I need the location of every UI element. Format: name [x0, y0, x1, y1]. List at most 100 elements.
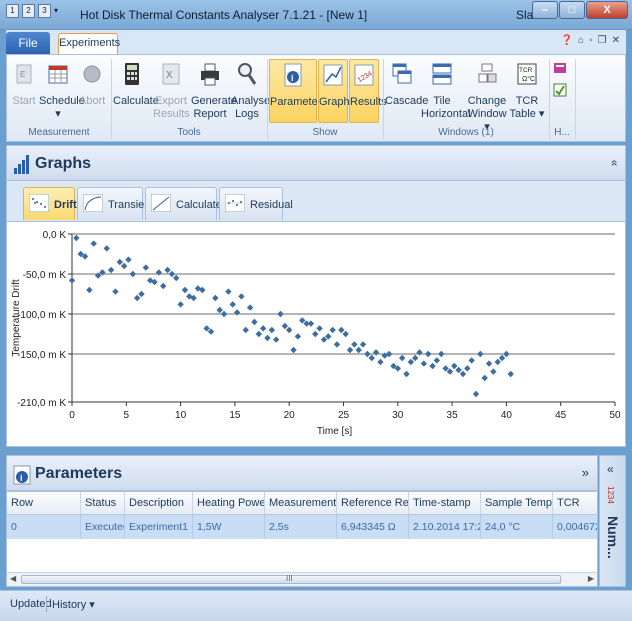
data-point [377, 358, 384, 366]
group-show-label: Show [312, 127, 338, 138]
maximize-button[interactable]: □ [559, 1, 585, 19]
abort-button[interactable]: Abort [79, 61, 105, 108]
tab-experiments[interactable]: Experiments [58, 33, 120, 54]
svg-text:Ω°C: Ω°C [522, 75, 535, 83]
data-point [103, 245, 110, 252]
column-header-description[interactable]: Description [125, 492, 193, 514]
qat-save-button[interactable]: 1 [6, 4, 19, 18]
data-point [290, 346, 297, 354]
column-header-measurement[interactable]: Measurement... [265, 492, 337, 514]
y-axis-label: Temperature Drift [11, 279, 22, 356]
data-point [125, 256, 132, 263]
svg-text:i: i [20, 473, 23, 483]
graphs-button[interactable]: Graphs [318, 59, 355, 123]
scrollbar-grip: III [286, 574, 293, 583]
history-dropdown[interactable]: History ▾ [52, 598, 95, 611]
status-bar: Updated History ▾ [0, 590, 632, 621]
tile-horizontal-label: Tile Horizontal [421, 95, 471, 120]
parameters-title: Parameters [35, 465, 123, 482]
transient-icon [83, 194, 103, 212]
qat-new-button[interactable]: 3 [38, 4, 51, 18]
info-icon: i [13, 465, 31, 485]
export-results-button[interactable]: X Export Results [153, 61, 190, 121]
analyse-logs-label: Analyse Logs [231, 95, 271, 120]
scroll-right-icon[interactable]: ▶ [588, 574, 594, 583]
change-window-label: Change Window [467, 95, 507, 120]
parameters-button[interactable]: i Parameters [269, 59, 327, 123]
data-point [233, 309, 241, 316]
column-header-sample-temperature[interactable]: Sample Tempe... [481, 492, 553, 514]
data-point [86, 286, 93, 294]
data-point [216, 306, 223, 314]
data-point [229, 301, 236, 308]
column-header-timestamp[interactable]: Time-stamp [409, 492, 481, 514]
data-point [116, 258, 123, 266]
tab-residual[interactable]: Residual [219, 187, 293, 220]
column-header-reference-resistance[interactable]: Reference Resi... [337, 492, 409, 514]
column-header-row[interactable]: Row [7, 492, 81, 514]
tab-drift-label: Drift [54, 199, 77, 211]
data-point [398, 354, 406, 362]
child-restore-icon[interactable]: ❐ [598, 35, 607, 46]
analyse-logs-button[interactable]: Analyse Logs [231, 61, 270, 121]
tile-horizontal-button[interactable]: Tile Horizontal [421, 61, 471, 121]
scroll-left-icon[interactable]: ◀ [10, 574, 16, 583]
generate-report-button[interactable]: Generate Report [191, 61, 237, 121]
tcr-table-dropdown-icon: ▾ [538, 108, 545, 120]
graphs-collapse-button[interactable]: » [607, 160, 621, 167]
data-point [429, 362, 436, 370]
column-header-heating-power[interactable]: Heating Power [193, 492, 265, 514]
graph-icon [323, 64, 343, 86]
scrollbar-thumb[interactable]: III [21, 574, 561, 584]
results-button[interactable]: 1234 Results [349, 59, 387, 123]
cell-status: Executed [81, 515, 125, 539]
calculate-button[interactable]: Calculate [113, 61, 159, 108]
y-tick-label: 0,0 K [43, 230, 67, 241]
data-point [312, 330, 319, 338]
data-point [120, 262, 128, 270]
change-window-button[interactable]: Change Window ▾ [467, 61, 507, 134]
side-panel-expand-button[interactable]: « [607, 462, 614, 476]
horizontal-scrollbar[interactable]: ◀ III ▶ [7, 572, 597, 586]
data-point [355, 346, 362, 354]
cell-reference-resistance: 6,943345 Ω [337, 515, 409, 539]
about-button[interactable] [552, 83, 568, 101]
title-bar: 1 2 3 ▾ Hot Disk Thermal Constants Analy… [0, 0, 632, 30]
tcr-table-button[interactable]: TCR Ω°C TCR Table ▾ [509, 61, 545, 121]
data-point [264, 334, 271, 342]
qat-customize-icon[interactable]: ▾ [54, 4, 58, 18]
data-point [416, 349, 423, 356]
close-button[interactable]: X [586, 1, 628, 19]
data-point [342, 330, 349, 338]
parameters-expand-button[interactable]: » [582, 465, 589, 480]
data-point [472, 390, 480, 398]
help-icon[interactable]: ❓ [561, 35, 573, 46]
tab-file[interactable]: File [6, 32, 50, 54]
child-close-icon[interactable]: ✕ [612, 35, 620, 46]
restore-icon[interactable]: ◦ [589, 35, 593, 46]
drift-plot-area[interactable]: 0,0 K -50,0 m K -100,0 m K -150,0 m K -210,0… [6, 221, 626, 447]
minimize-button[interactable]: – [532, 1, 558, 19]
cascade-button[interactable]: Cascade [385, 61, 428, 108]
qat-open-button[interactable]: 2 [22, 4, 35, 18]
home-icon[interactable]: ⌂ [578, 35, 584, 46]
data-point [451, 362, 458, 370]
numbers-side-panel[interactable]: « 1234 Num... [599, 455, 626, 587]
data-point [468, 357, 475, 364]
start-button[interactable]: E Start [11, 61, 37, 108]
tab-calculated[interactable]: Calculated [145, 187, 228, 220]
column-header-tcr[interactable]: TCR [553, 492, 597, 514]
generate-report-label: Generate Report [191, 95, 237, 120]
schedule-button[interactable]: Schedule ▾ [39, 61, 85, 121]
calculate-label: Calculate [113, 95, 159, 107]
graphs-title: Graphs [35, 155, 92, 172]
drift-icon [29, 194, 49, 212]
table-row[interactable]: 0 Executed Experiment1 1,5W 2,5s 6,94334… [7, 515, 597, 539]
x-tick-label: 45 [555, 410, 567, 421]
help-book-button[interactable] [552, 61, 568, 79]
graph-tabs: Drift Transient Calculated Residual [6, 181, 626, 221]
tab-transient[interactable]: Transient [77, 187, 153, 220]
column-header-status[interactable]: Status [81, 492, 125, 514]
tab-drift[interactable]: Drift [23, 187, 77, 220]
group-tools-label: Tools [177, 127, 201, 138]
